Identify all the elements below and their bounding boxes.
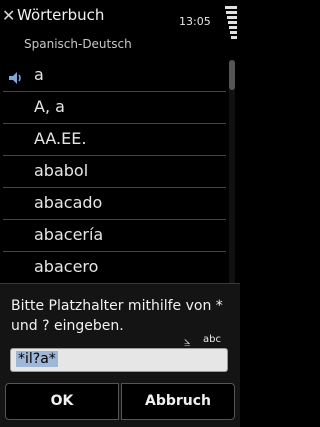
scrollbar[interactable] bbox=[229, 60, 235, 288]
word-list: a A, a AA.EE. ababol abacado abacería ab… bbox=[0, 60, 226, 284]
list-item[interactable]: abacado bbox=[0, 188, 226, 220]
scrollbar-thumb[interactable] bbox=[229, 60, 235, 90]
input-value: *il?a* bbox=[16, 351, 58, 367]
list-item[interactable]: abacería bbox=[0, 220, 226, 252]
list-item-label: abacero bbox=[34, 257, 99, 276]
list-item[interactable]: ababol bbox=[0, 156, 226, 188]
dictionary-pair: Spanisch-Deutsch bbox=[24, 37, 132, 51]
dialog-prompt: Bitte Platzhalter mithilfe von * und ? e… bbox=[11, 298, 223, 334]
header: ✕ Wörterbuch 13:05 Spanisch-Deutsch bbox=[0, 0, 240, 58]
list-item[interactable]: abacero bbox=[0, 252, 226, 284]
wildcard-dialog: Bitte Platzhalter mithilfe von * und ? e… bbox=[0, 283, 240, 427]
wildcard-input[interactable]: *il?a* bbox=[10, 348, 228, 372]
input-mode-icon: ⦥ bbox=[184, 334, 191, 347]
close-icon[interactable]: ✕ bbox=[2, 8, 16, 24]
list-item[interactable]: a bbox=[0, 60, 226, 92]
ok-button[interactable]: OK bbox=[5, 383, 119, 420]
list-item-label: a bbox=[34, 65, 44, 84]
list-item[interactable]: AA.EE. bbox=[0, 124, 226, 156]
softkey-bar: OK Abbruch bbox=[5, 383, 235, 420]
list-item-label: AA.EE. bbox=[34, 129, 87, 148]
speaker-icon[interactable] bbox=[8, 70, 24, 89]
input-mode-indicator: abc bbox=[203, 334, 221, 345]
cancel-button[interactable]: Abbruch bbox=[121, 383, 235, 420]
list-item-label: ababol bbox=[34, 161, 89, 180]
app-title: Wörterbuch bbox=[17, 6, 105, 24]
list-item-label: A, a bbox=[34, 97, 65, 116]
list-item[interactable]: A, a bbox=[0, 92, 226, 124]
signal-strength-icon bbox=[225, 6, 237, 58]
list-item-label: abacería bbox=[34, 225, 104, 244]
list-item-label: abacado bbox=[34, 193, 103, 212]
clock: 13:05 bbox=[179, 15, 211, 28]
